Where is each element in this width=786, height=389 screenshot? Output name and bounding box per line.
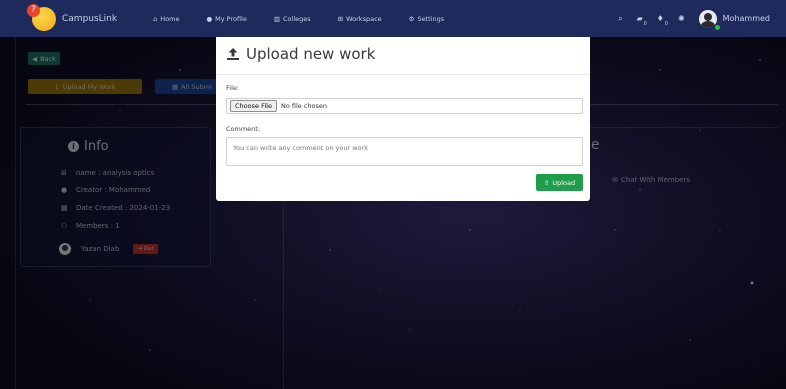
no-file-text: No file chosen (280, 102, 327, 110)
nav-right: ⌕ ▰ 0 ♦ 0 ✺ Mohammed (618, 9, 776, 28)
user-name[interactable]: Mohammed (723, 14, 770, 23)
nav-home-label: Home (160, 14, 180, 23)
nav-settings-label: Settings (417, 14, 445, 23)
notifications-badge: 0 (664, 21, 668, 27)
modal-title-text: Upload new work (246, 45, 376, 63)
search-icon[interactable]: ⌕ (618, 14, 622, 24)
file-input[interactable]: Choose File No file chosen (226, 98, 583, 114)
messages-icon[interactable]: ▰ 0 (637, 14, 647, 27)
bell-icon[interactable]: ♦ 0 (657, 14, 668, 27)
upload-icon (227, 48, 239, 60)
nav-colleges-label: Colleges (283, 14, 311, 23)
messages-badge: 0 (643, 21, 647, 27)
user-icon: ● (206, 14, 213, 23)
nav-settings[interactable]: ⚙ Settings (409, 15, 445, 23)
brand-logo-icon (27, 3, 56, 31)
upload-modal: Upload new work File: Choose File No fil… (216, 37, 590, 201)
modal-title: Upload new work (226, 45, 375, 63)
nav-workspace[interactable]: ⊞ Workspace (338, 15, 382, 23)
comment-label: Comment: (226, 125, 261, 133)
upload-button-label: Upload (552, 178, 576, 187)
brand[interactable]: CampusLink (27, 3, 118, 31)
navbar: CampusLink ⌂ Home ● My Profile ▥ College… (0, 0, 786, 37)
brand-name: CampusLink (62, 13, 118, 24)
gear-icon: ⚙ (408, 14, 415, 23)
sitemap-icon: ⊞ (337, 14, 344, 23)
nav-my-profile-label: My Profile (215, 14, 247, 23)
nav-colleges[interactable]: ▥ Colleges (274, 15, 311, 23)
upload-button[interactable]: ⇧ Upload (536, 174, 583, 191)
nav-workspace-label: Workspace (346, 14, 382, 23)
home-icon: ⌂ (153, 14, 158, 23)
building-icon: ▥ (273, 14, 281, 23)
nav-links: ⌂ Home ● My Profile ▥ Colleges ⊞ Workspa… (153, 15, 471, 23)
choose-file-button[interactable]: Choose File (230, 100, 277, 112)
user-avatar[interactable] (698, 9, 717, 28)
nav-my-profile[interactable]: ● My Profile (206, 15, 246, 23)
globe-icon[interactable]: ✺ (678, 14, 685, 23)
modal-divider (216, 74, 590, 75)
nav-home[interactable]: ⌂ Home (153, 15, 179, 23)
comment-textarea[interactable]: You can write any comment on your work (226, 137, 583, 166)
upload-icon: ⇧ (543, 178, 550, 187)
file-label: File: (226, 84, 240, 92)
online-status-dot (715, 25, 720, 30)
